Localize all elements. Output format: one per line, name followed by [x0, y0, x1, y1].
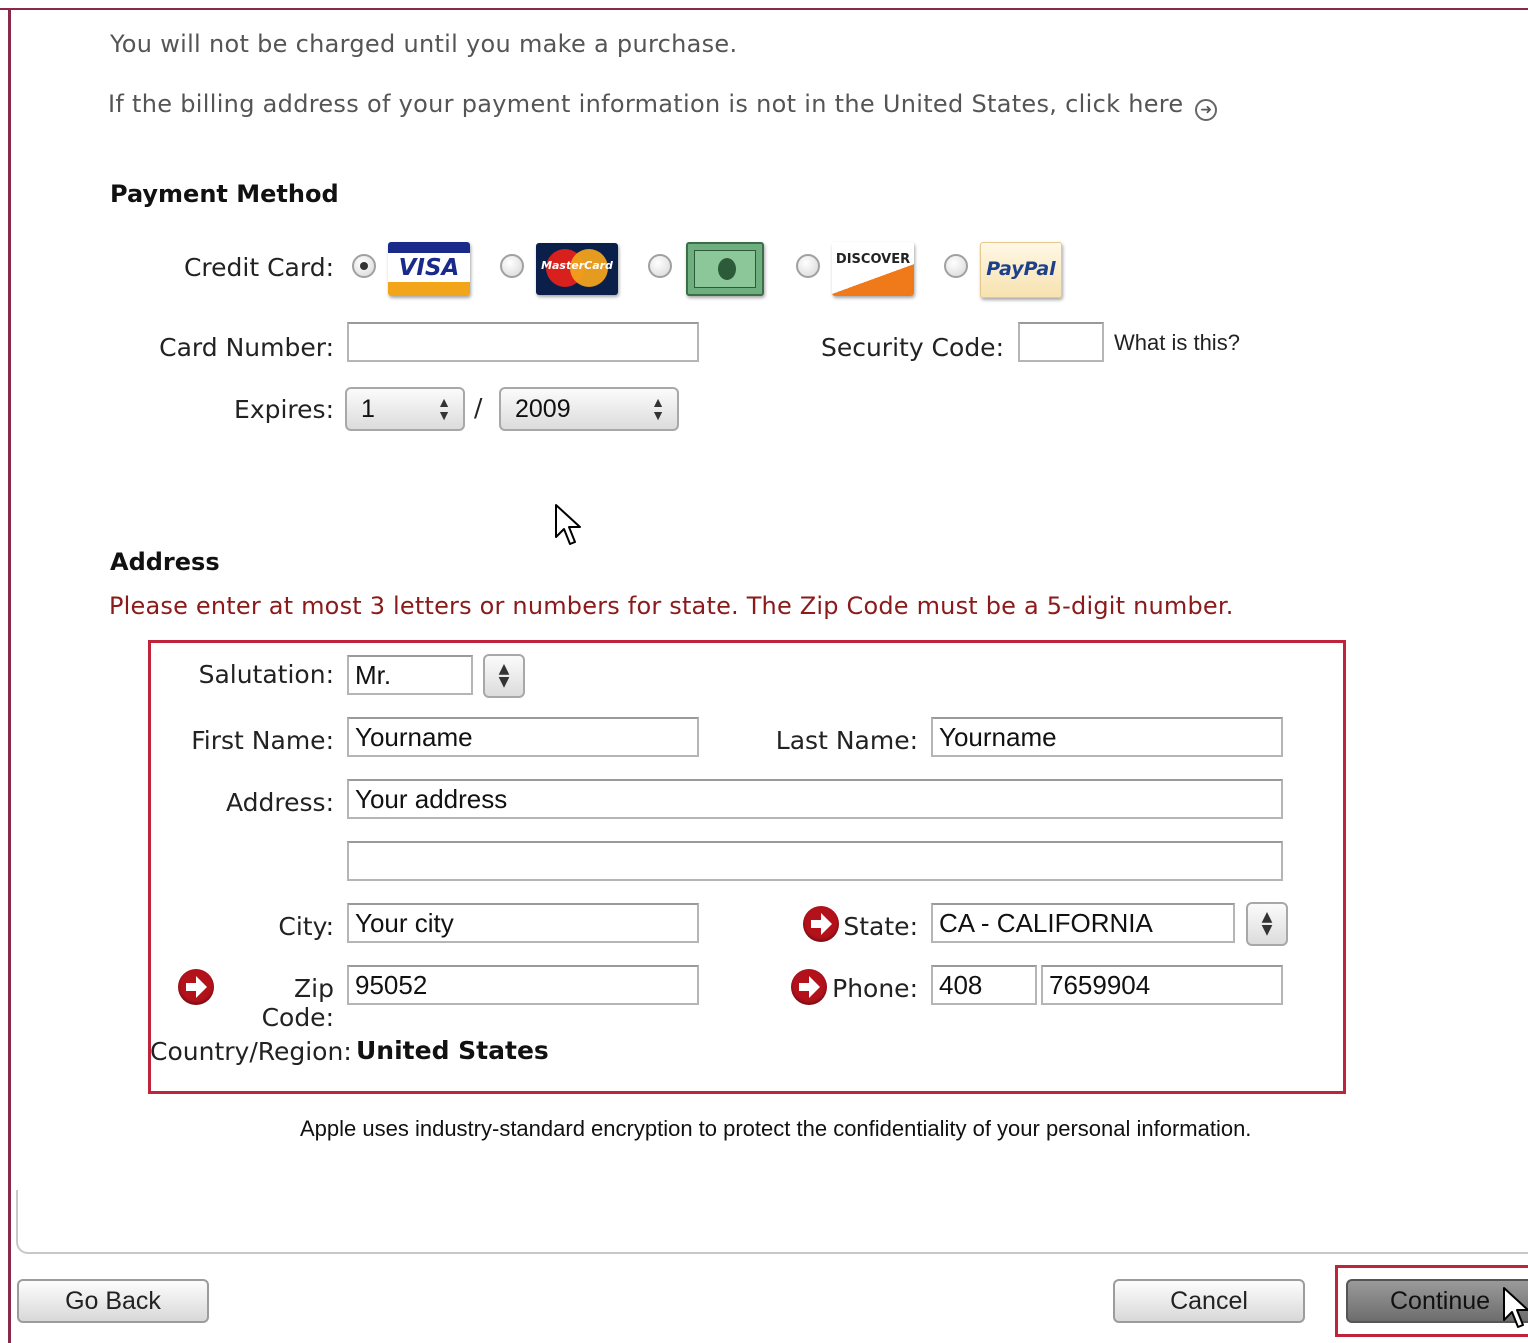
select-arrows-icon: ▲ ▼: [437, 394, 451, 423]
credit-card-label: Credit Card:: [183, 253, 334, 282]
salutation-dropdown-arrows-icon[interactable]: ▲ ▼: [483, 654, 525, 698]
window-top-edge: [0, 0, 1528, 10]
select-arrows-icon: ▲ ▼: [651, 394, 665, 423]
radio-amex[interactable]: [648, 254, 672, 278]
encryption-notice: Apple uses industry-standard encryption …: [300, 1116, 1252, 1141]
security-code-input[interactable]: [1018, 322, 1104, 362]
amex-card-icon: [686, 242, 764, 296]
expires-month-value: 1: [361, 395, 375, 423]
visa-card-icon: VISA: [388, 242, 470, 296]
phone-number-input[interactable]: 7659904: [1041, 965, 1283, 1005]
salutation-label: Salutation:: [198, 660, 334, 689]
radio-paypal[interactable]: [944, 254, 968, 278]
radio-mastercard[interactable]: [500, 254, 524, 278]
card-number-input[interactable]: [347, 322, 699, 362]
last-name-input[interactable]: Yourname: [931, 717, 1283, 757]
expires-separator: /: [474, 393, 483, 422]
state-label: State:: [843, 912, 918, 941]
phone-alert-arrow-icon: [791, 969, 827, 1005]
country-region-label: Country/Region:: [150, 1037, 352, 1066]
phone-area-input[interactable]: 408: [931, 965, 1037, 1005]
billing-notice-text: If the billing address of your payment i…: [108, 90, 1184, 118]
salutation-input[interactable]: Mr.: [347, 655, 473, 695]
radio-visa[interactable]: [352, 254, 376, 278]
address-error-message: Please enter at most 3 letters or number…: [109, 592, 1234, 620]
address-label: Address:: [226, 788, 334, 817]
city-input[interactable]: Your city: [347, 903, 699, 943]
what-is-this-link[interactable]: What is this?: [1114, 330, 1240, 356]
mouse-pointer-icon: [555, 504, 581, 545]
zip-code-label: Zip Code:: [261, 974, 334, 1032]
phone-label: Phone:: [832, 974, 918, 1003]
security-code-label: Security Code:: [820, 333, 1004, 362]
first-name-input[interactable]: Yourname: [347, 717, 699, 757]
first-name-label: First Name:: [191, 726, 334, 755]
charge-notice: You will not be charged until you make a…: [110, 30, 738, 58]
cancel-button[interactable]: Cancel: [1113, 1279, 1305, 1323]
card-number-label: Card Number:: [159, 333, 334, 362]
payment-method-heading: Payment Method: [110, 180, 339, 208]
go-back-button[interactable]: Go Back: [17, 1279, 209, 1323]
paypal-card-text: PayPal: [986, 258, 1056, 280]
discover-card-icon: DISCOVER: [832, 242, 914, 296]
discover-card-text: DISCOVER: [835, 252, 911, 267]
click-here-arrow-icon[interactable]: ➜: [1195, 99, 1218, 121]
expires-label: Expires:: [234, 395, 334, 424]
mastercard-card-text: MasterCard: [541, 259, 613, 272]
paypal-card-icon: PayPal: [980, 242, 1062, 298]
expires-year-select[interactable]: 2009 ▲ ▼: [499, 387, 679, 431]
zip-alert-arrow-icon: [178, 969, 214, 1005]
zip-code-input[interactable]: 95052: [347, 965, 699, 1005]
state-alert-arrow-icon: [803, 906, 839, 942]
address-line2-input[interactable]: [347, 841, 1283, 881]
expires-month-select[interactable]: 1 ▲ ▼: [345, 387, 465, 431]
state-input[interactable]: CA - CALIFORNIA: [931, 903, 1235, 943]
address-line1-input[interactable]: Your address: [347, 779, 1283, 819]
city-label: City:: [278, 912, 334, 941]
state-dropdown-arrows-icon[interactable]: ▲ ▼: [1246, 902, 1288, 946]
mouse-pointer-icon: [1503, 1287, 1528, 1328]
address-heading: Address: [110, 548, 220, 576]
mastercard-card-icon: MasterCard: [536, 243, 618, 295]
last-name-label: Last Name:: [775, 726, 918, 755]
expires-year-value: 2009: [515, 395, 571, 423]
continue-button[interactable]: Continue: [1346, 1279, 1528, 1323]
billing-notice: If the billing address of your payment i…: [108, 90, 1218, 121]
visa-card-text: VISA: [398, 255, 460, 281]
radio-discover[interactable]: [796, 254, 820, 278]
country-region-value: United States: [356, 1036, 549, 1065]
window-left-edge: [8, 10, 11, 1343]
form-panel-bottom-edge: [16, 1190, 1528, 1254]
